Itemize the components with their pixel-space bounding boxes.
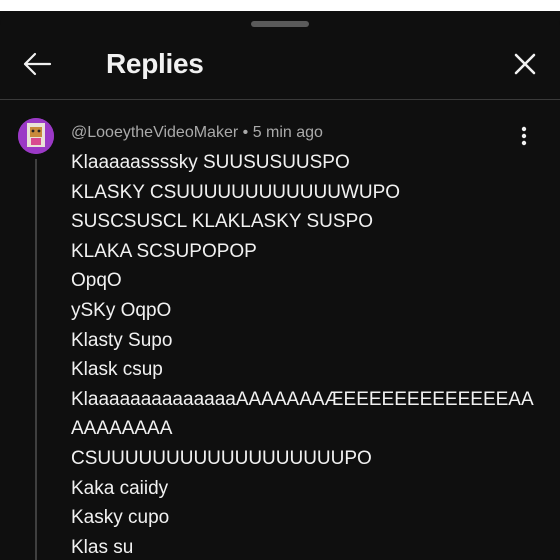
avatar-image [18, 118, 54, 154]
comment-line: KlaaaaaaaaaaaaaaAAAAAAAÆEEEEEEEEEEEEEAA [71, 388, 534, 410]
replies-header: Replies [0, 33, 560, 95]
comment-body: Klaaaaassssky SUUSUSUUSPO KLASKY CSUUUUU… [71, 148, 541, 560]
comment-line: OpqO [71, 270, 122, 292]
comment-line: SUSCSUSCL KLAKLASKY SUSPO [71, 211, 374, 233]
comment-author[interactable]: @LooeytheVideoMaker [71, 124, 238, 141]
comment-line: Klas su [71, 536, 134, 558]
avatar[interactable] [18, 118, 54, 154]
comment-line: Klaaaaassssky SUUSUSUUSPO [71, 152, 350, 173]
comment-time: 5 min ago [252, 124, 323, 141]
comment-line: Klask csup [71, 359, 163, 381]
arrow-left-icon [23, 52, 52, 76]
drag-handle[interactable] [251, 21, 309, 27]
meta-separator: • [242, 124, 249, 141]
page-title: Replies [106, 48, 204, 79]
more-vert-icon [521, 126, 527, 146]
comment-line: Klasty Supo [71, 329, 173, 351]
close-icon [514, 53, 536, 75]
back-button[interactable] [14, 41, 60, 87]
close-button[interactable] [502, 41, 548, 87]
comment-line: ySKy OqpO [71, 299, 172, 321]
comment-line: Kaka caiidy [71, 477, 169, 499]
comment-line: KLASKY CSUUUUUUUUUUUUWUPO [71, 181, 401, 203]
comment-line: CSUUUUUUUUUUUUUUUUUUPO [71, 447, 372, 469]
header-divider [0, 99, 560, 100]
comment-line: Kasky cupo [71, 507, 170, 529]
comment-line: AAAAAAAA [71, 418, 173, 440]
more-options-button[interactable] [512, 121, 536, 151]
comment-line: KLAKA SCSUPOPOP [71, 240, 257, 262]
comment-meta: @LooeytheVideoMaker • 5 min ago [71, 123, 323, 143]
top-edge-strip [0, 0, 560, 11]
replies-sheet: Replies @LooeytheVideoMaker • 5 min ago [0, 11, 560, 560]
thread-line [35, 159, 37, 560]
